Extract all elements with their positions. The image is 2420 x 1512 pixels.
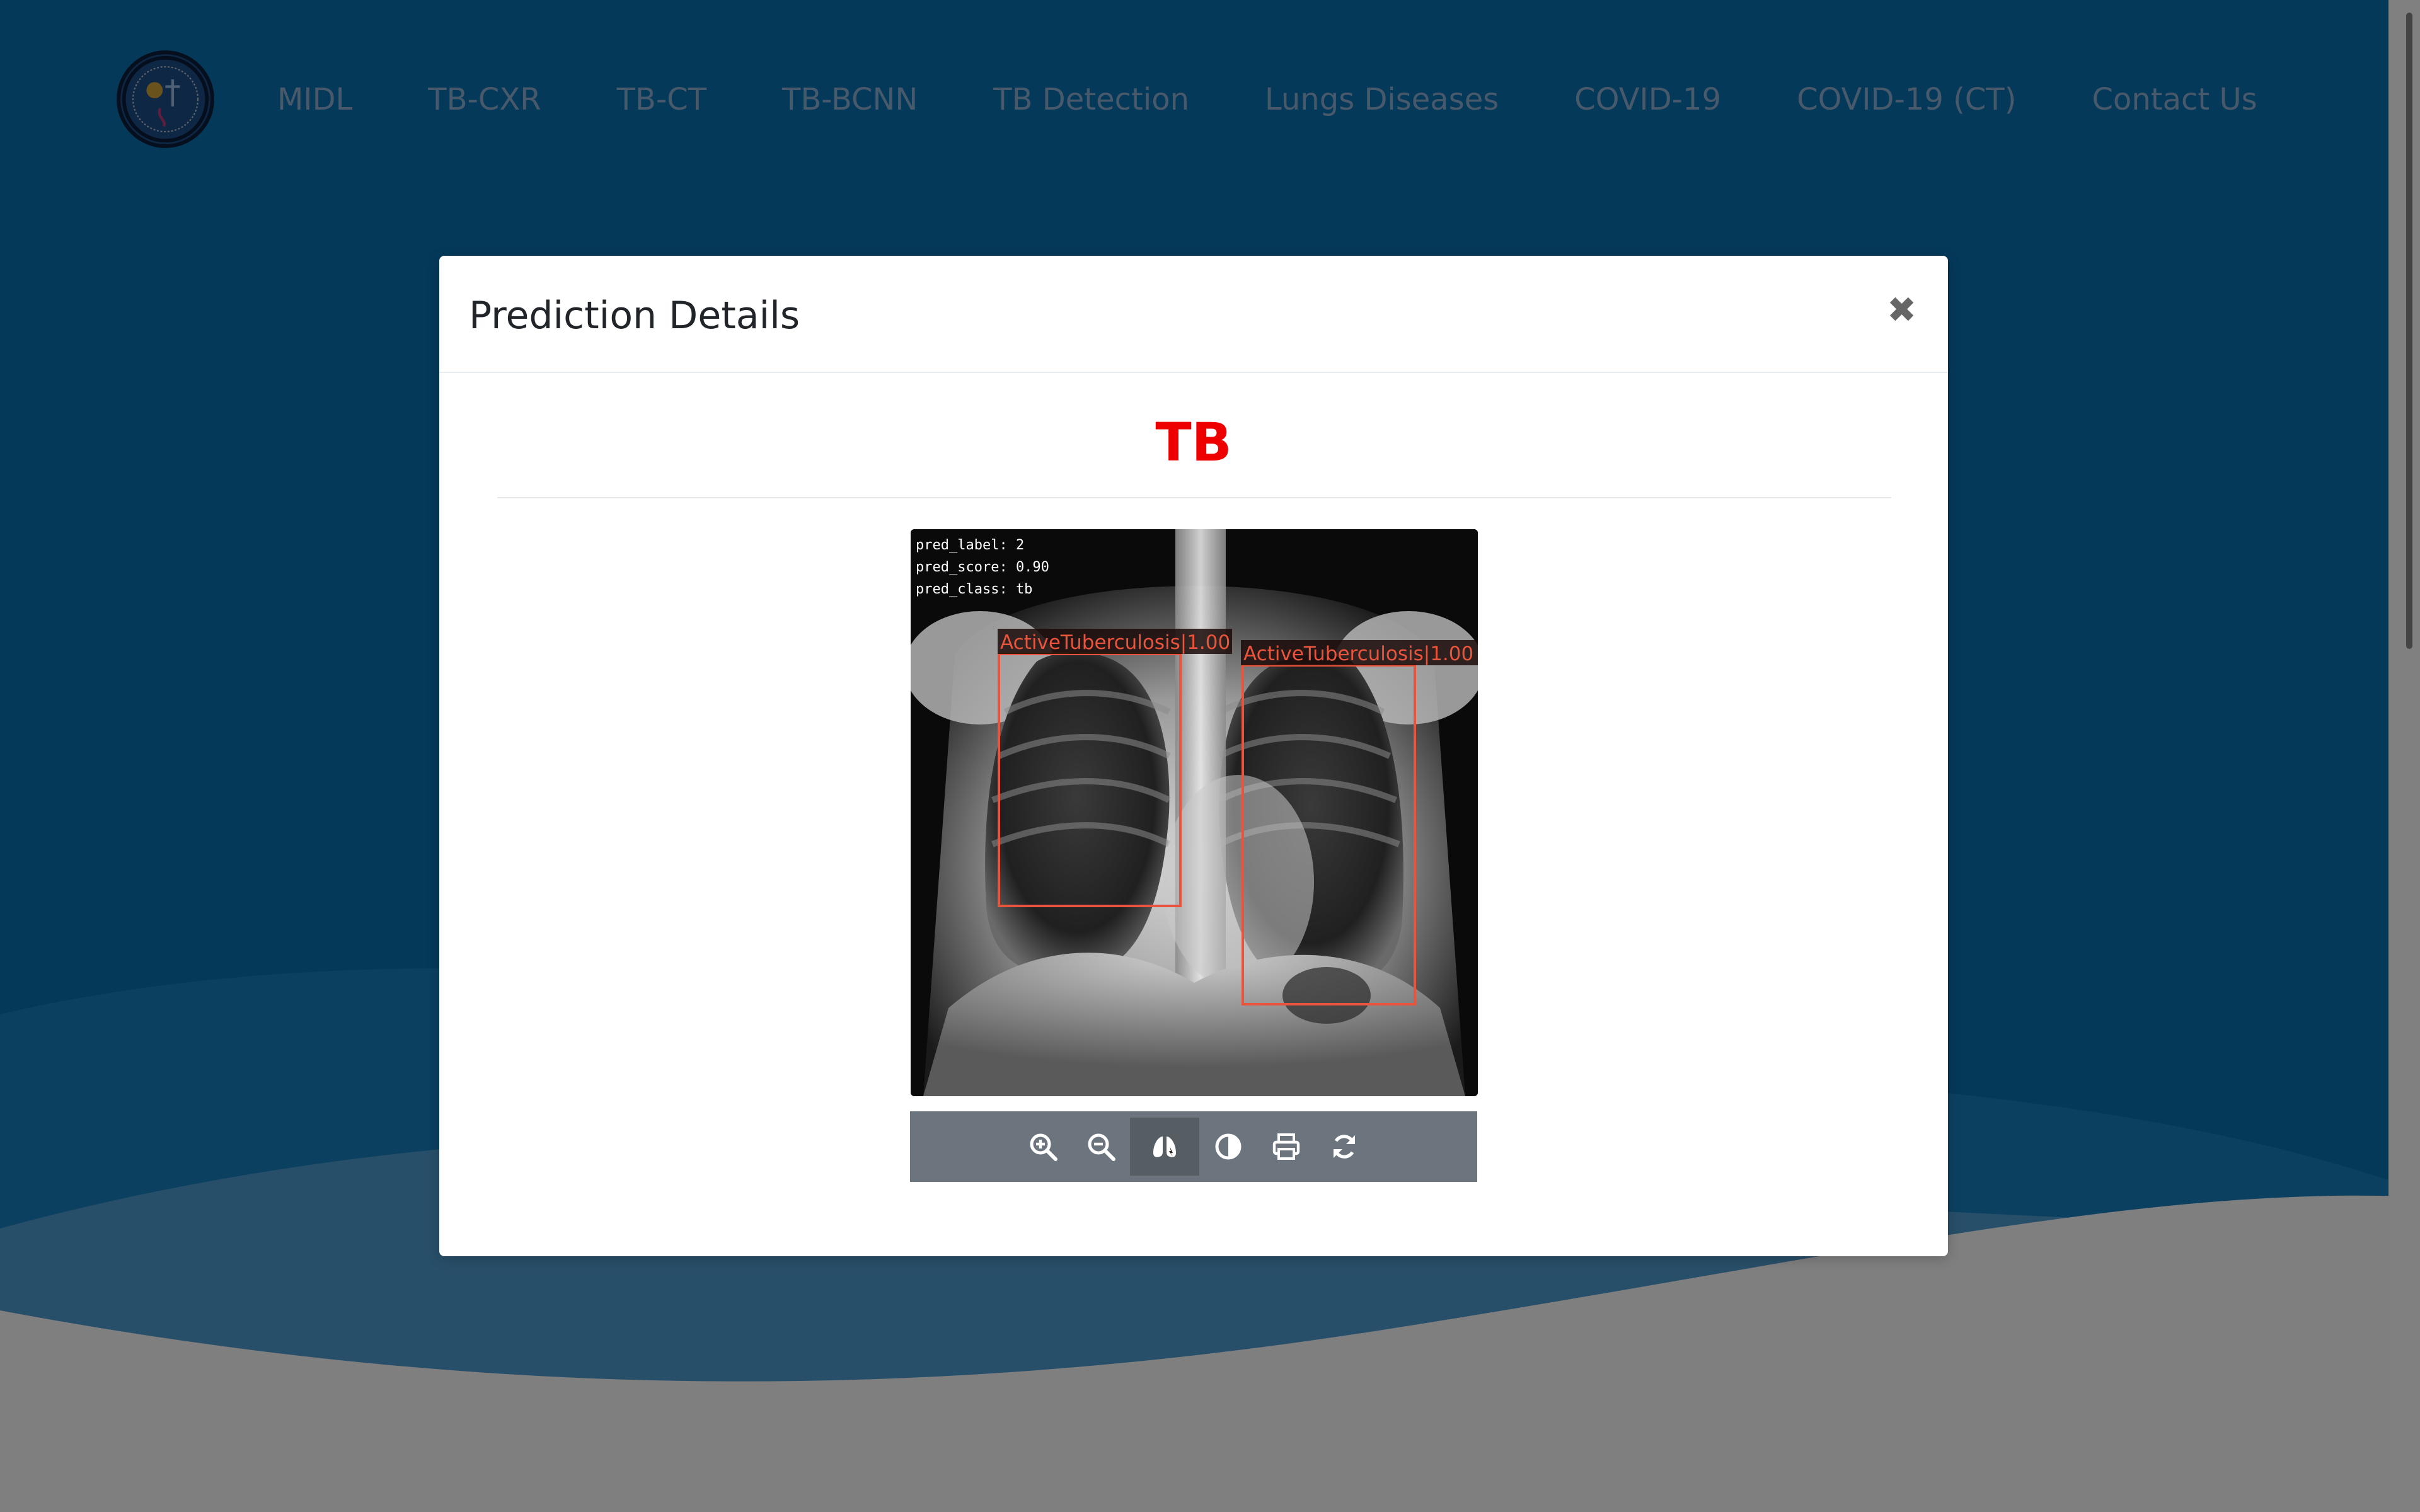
svg-text:ActiveTuberculosis|1.00: ActiveTuberculosis|1.00 bbox=[1000, 631, 1230, 654]
svg-text:pred_label: 2: pred_label: 2 bbox=[916, 537, 1024, 553]
contrast-icon bbox=[1215, 1133, 1242, 1160]
lungs-icon bbox=[1153, 1137, 1176, 1157]
print-icon bbox=[1272, 1133, 1300, 1160]
scrollbar-thumb[interactable] bbox=[2406, 13, 2412, 649]
svg-text:pred_class: tb: pred_class: tb bbox=[916, 581, 1032, 597]
refresh-icon bbox=[1334, 1135, 1355, 1159]
print-button[interactable] bbox=[1257, 1118, 1315, 1176]
page-scrollbar[interactable] bbox=[2388, 0, 2420, 1512]
svg-text:ActiveTuberculosis|1.00: ActiveTuberculosis|1.00 bbox=[1243, 643, 1473, 665]
refresh-button[interactable] bbox=[1315, 1118, 1373, 1176]
zoom-in-button[interactable] bbox=[1014, 1118, 1072, 1176]
result-divider bbox=[497, 497, 1891, 498]
chest-xray-picture: pred_label: 2 pred_score: 0.90 pred_clas… bbox=[911, 529, 1478, 1096]
prediction-result-label: TB bbox=[1155, 411, 1232, 473]
xray-image: pred_label: 2 pred_score: 0.90 pred_clas… bbox=[911, 529, 1478, 1096]
modal-header: Prediction Details ✖ bbox=[439, 256, 1948, 373]
prediction-details-modal: Prediction Details ✖ TB pred_label: 2 pr… bbox=[439, 256, 1948, 1256]
modal-title: Prediction Details bbox=[469, 294, 800, 338]
zoom-in-icon bbox=[1030, 1133, 1057, 1161]
lungs-segmentation-button[interactable] bbox=[1130, 1118, 1199, 1176]
zoom-out-icon bbox=[1088, 1133, 1115, 1161]
svg-text:pred_score: 0.90: pred_score: 0.90 bbox=[916, 559, 1049, 575]
close-icon[interactable]: ✖ bbox=[1887, 289, 1916, 333]
image-toolbar bbox=[910, 1111, 1477, 1182]
contrast-button[interactable] bbox=[1199, 1118, 1257, 1176]
zoom-out-button[interactable] bbox=[1072, 1118, 1130, 1176]
